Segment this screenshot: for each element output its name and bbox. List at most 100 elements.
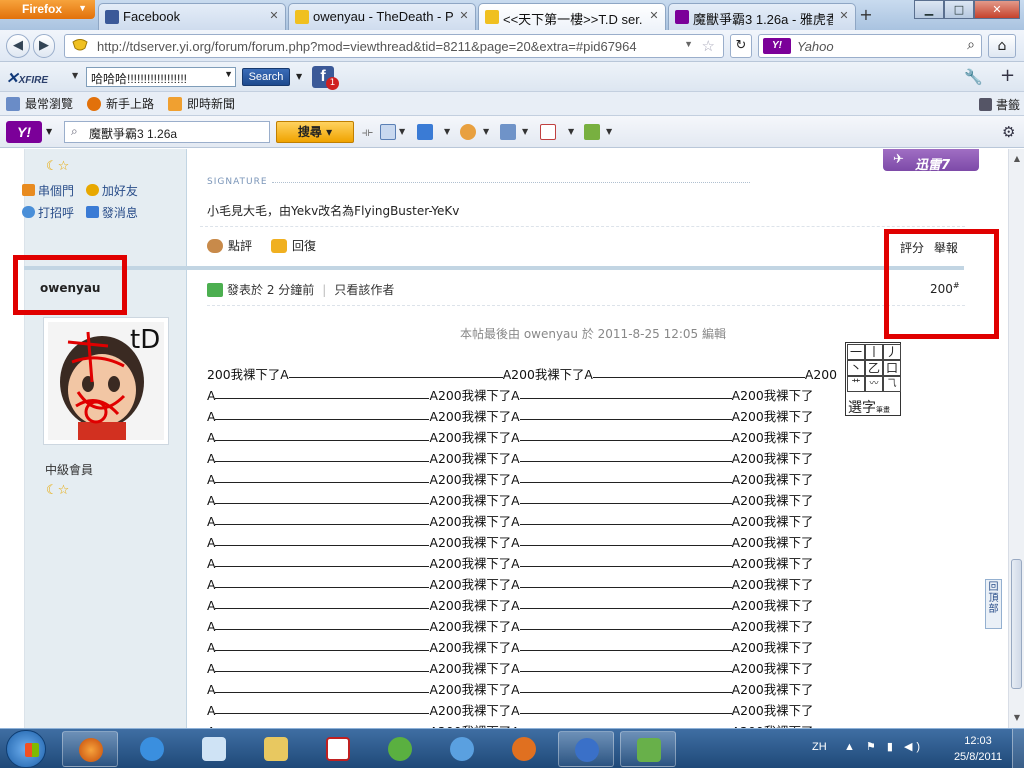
back-button[interactable]: ◀	[6, 34, 30, 58]
search-input[interactable]: Y! Yahoo ⌕	[758, 34, 982, 58]
mail-icon[interactable]	[417, 124, 433, 140]
calendar-icon[interactable]	[540, 124, 556, 140]
post-text: A	[207, 619, 216, 634]
yahoo-search-button[interactable]: 搜尋 ▾	[276, 121, 354, 143]
stroke-cross-key[interactable]: 艹	[847, 376, 865, 392]
chevron-down-icon[interactable]: ▼	[522, 127, 528, 136]
add-friend-link[interactable]: 加好友	[85, 184, 138, 198]
tab-owenyau[interactable]: owenyau - TheDeath - P... ✕	[288, 3, 476, 30]
chevron-down-icon[interactable]: ▼	[399, 127, 405, 136]
taskbar-halflife[interactable]	[496, 731, 552, 767]
chevron-down-icon[interactable]: ▼	[296, 72, 302, 81]
close-icon[interactable]: ✕	[837, 9, 851, 23]
clock[interactable]: 12:03 25/8/2011	[944, 733, 1012, 765]
poke-link[interactable]: 打招呼	[22, 206, 74, 220]
post-line: A A200我裸下了A A200我裸下了	[207, 574, 847, 595]
taskbar-notepad[interactable]	[186, 731, 242, 767]
chevron-down-icon[interactable]: ▼	[684, 39, 693, 49]
bookmarks-menu[interactable]: 書籤	[978, 96, 1020, 113]
scroll-down-icon[interactable]: ▼	[1010, 710, 1024, 726]
chevron-down-icon[interactable]: ▼	[606, 127, 612, 136]
minimize-button[interactable]: ▁	[914, 0, 944, 19]
select-char-button[interactable]: 選字筆畫	[848, 397, 890, 417]
add-icon[interactable]: +	[1000, 65, 1015, 86]
messenger-icon[interactable]	[460, 124, 476, 140]
stroke-box-key[interactable]: 口	[883, 360, 901, 376]
visit-link[interactable]: 串個門	[22, 184, 74, 198]
chevron-down-icon[interactable]: ▼	[444, 127, 450, 136]
only-author-link[interactable]: 只看該作者	[334, 281, 394, 298]
facebook-icon	[105, 10, 119, 24]
close-icon[interactable]: ✕	[267, 9, 281, 23]
underline	[519, 554, 732, 567]
back-to-top-button[interactable]: 回頂部	[985, 579, 1002, 629]
maximize-button[interactable]: □	[944, 0, 974, 19]
bookmark-tool-icon[interactable]	[380, 124, 396, 140]
underline	[592, 365, 805, 378]
chevron-down-icon[interactable]: ▼	[46, 127, 52, 136]
stroke-wave-key[interactable]: 〰	[865, 376, 883, 392]
bookmark-getting-started[interactable]: 新手上路	[87, 95, 154, 112]
forward-button[interactable]: ▶	[33, 34, 55, 58]
scroll-thumb[interactable]	[1011, 559, 1022, 689]
taskbar-parrot[interactable]	[372, 731, 428, 767]
navigation-bar: ◀ ▶ http://tdserver.yi.org/forum/forum.p…	[0, 30, 1024, 62]
ime-handwriting-panel[interactable]: 一 丨 丿 丶 乙 口 艹 〰 ⺄ 選字筆畫	[845, 342, 901, 416]
taskbar-ie[interactable]	[124, 731, 180, 767]
chevron-down-icon[interactable]: ▼	[568, 127, 574, 136]
bookmarks-icon	[978, 98, 992, 111]
yahoo-icon[interactable]: Y!	[6, 121, 42, 143]
taskbar-app[interactable]	[310, 731, 366, 767]
chevron-down-icon[interactable]: ▼	[483, 127, 489, 136]
close-window-button[interactable]: ✕	[974, 0, 1020, 19]
reload-button[interactable]: ↻	[730, 34, 752, 58]
chevron-down-icon[interactable]: ▼	[72, 71, 78, 80]
page-scrollbar[interactable]: ▲ ▼	[1008, 149, 1024, 728]
home-button[interactable]: ⌂	[988, 34, 1016, 58]
tab-td-server[interactable]: <<天下第一樓>>T.D ser... ✕	[478, 3, 666, 30]
tab-facebook[interactable]: Facebook ✕	[98, 3, 286, 30]
share-icon[interactable]	[500, 124, 516, 140]
gear-icon[interactable]: ⚙	[1002, 123, 1015, 141]
stroke-hook-key[interactable]: ⺄	[883, 376, 901, 392]
stroke-vertical-key[interactable]: 丨	[865, 344, 883, 360]
xfire-status-select[interactable]: 哈哈哈!!!!!!!!!!!!!!!!!! ▼	[86, 67, 236, 87]
yahoo-search-input[interactable]: ⌕ 魔獸爭霸3 1.26a	[64, 121, 270, 143]
firefox-menu-button[interactable]: Firefox ▼	[0, 0, 95, 19]
stroke-turn-key[interactable]: 乙	[865, 360, 883, 376]
taskbar-explorer[interactable]	[248, 731, 304, 767]
search-icon[interactable]: ⌕	[967, 36, 975, 53]
language-indicator[interactable]: ZH	[812, 741, 827, 753]
bookmark-most-visited[interactable]: 最常瀏覽	[6, 95, 73, 112]
comment-button[interactable]: 點評	[207, 237, 252, 254]
new-tab-button[interactable]: +	[856, 5, 876, 25]
wrench-icon[interactable]: 🔧	[964, 68, 983, 86]
close-icon[interactable]: ✕	[647, 9, 661, 23]
thunder-download-badge[interactable]: ✈ 迅雷7	[883, 149, 979, 173]
message-link[interactable]: 發消息	[85, 206, 138, 220]
url-bar[interactable]: http://tdserver.yi.org/forum/forum.php?m…	[64, 34, 724, 58]
taskbar-firefox[interactable]	[62, 731, 118, 767]
taskbar-messenger[interactable]	[434, 731, 490, 767]
stroke-dot-key[interactable]: 丶	[847, 360, 865, 376]
scroll-up-icon[interactable]: ▲	[1010, 151, 1024, 167]
tab-yahoo[interactable]: 魔獸爭霸3 1.26a - 雅虎香... ✕	[668, 3, 856, 30]
puzzle-icon[interactable]	[584, 124, 600, 140]
stroke-horizontal-key[interactable]: 一	[847, 344, 865, 360]
bookmark-news[interactable]: 即時新聞	[168, 95, 235, 112]
close-icon[interactable]: ✕	[457, 9, 471, 23]
taskbar-thunder[interactable]	[558, 731, 614, 767]
show-desktop-button[interactable]	[1012, 729, 1024, 768]
underline	[519, 659, 732, 672]
member-rank: 中級會員	[45, 463, 94, 477]
taskbar-map[interactable]	[620, 731, 676, 767]
underline	[519, 512, 732, 525]
xfire-search-button[interactable]: Search	[242, 68, 290, 86]
stroke-slash-key[interactable]: 丿	[883, 344, 901, 360]
start-button[interactable]	[6, 730, 46, 768]
tray-icons[interactable]: ▲ ⚑ ▮ ◀)	[844, 740, 924, 753]
bookmark-star-icon[interactable]: ☆	[702, 37, 715, 55]
avatar[interactable]: tD	[43, 317, 169, 445]
folder-icon	[6, 96, 20, 111]
reply-button[interactable]: 回復	[271, 237, 316, 254]
